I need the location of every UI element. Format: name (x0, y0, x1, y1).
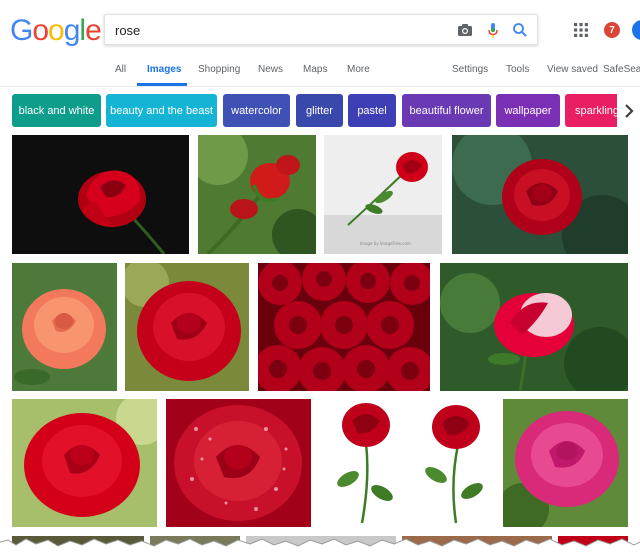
chip-black-and-white[interactable]: black and white (12, 94, 101, 127)
chip-label: sparkling (575, 104, 620, 117)
chip-label: watercolor (231, 104, 282, 117)
image-result[interactable] (166, 399, 311, 527)
chip-beauty-and-the-beast[interactable]: beauty and the beast (106, 94, 217, 127)
logo-letter: G (10, 14, 33, 47)
tab-maps[interactable]: Maps (303, 64, 327, 75)
search-tabs-bar: All Images Shopping News Maps More Setti… (0, 56, 640, 87)
chip-label: glitter (306, 104, 333, 117)
notifications-badge[interactable]: 7 (604, 22, 620, 38)
active-tab-indicator (137, 83, 187, 86)
image-result[interactable] (12, 399, 157, 527)
image-result[interactable] (12, 135, 189, 254)
image-result[interactable] (198, 135, 316, 254)
torn-edge (0, 536, 640, 554)
camera-icon[interactable] (455, 20, 475, 40)
chip-label: pastel (357, 104, 387, 117)
tab-shopping[interactable]: Shopping (198, 64, 240, 75)
apps-grid-icon[interactable] (574, 23, 588, 42)
chip-sparkling[interactable]: sparkling (565, 94, 623, 127)
chip-beautiful-flower[interactable]: beautiful flower (402, 94, 491, 127)
image-result[interactable] (452, 135, 628, 254)
account-avatar[interactable] (632, 20, 640, 40)
image-result[interactable] (320, 399, 494, 527)
image-result[interactable]: Image by ImageFree.com (324, 135, 442, 254)
chip-pastel[interactable]: pastel (348, 94, 396, 127)
tab-all[interactable]: All (115, 64, 126, 75)
tab-tools[interactable]: Tools (506, 64, 529, 75)
image-result[interactable] (440, 263, 628, 391)
chips-next-arrow-icon[interactable] (617, 94, 640, 127)
chip-glitter[interactable]: glitter (296, 94, 343, 127)
google-logo[interactable]: Google (10, 14, 102, 48)
search-box (104, 14, 538, 45)
chip-label: beauty and the beast (110, 104, 213, 117)
image-result[interactable] (503, 399, 628, 527)
tab-view-saved[interactable]: View saved (547, 64, 598, 75)
image-result[interactable] (125, 263, 249, 391)
tab-safesearch[interactable]: SafeSearch (603, 64, 640, 75)
notification-count: 7 (609, 24, 615, 36)
logo-letter: o (48, 14, 65, 47)
tab-images[interactable]: Images (147, 64, 181, 75)
chip-watercolor[interactable]: watercolor (223, 94, 290, 127)
chip-wallpaper[interactable]: wallpaper (496, 94, 560, 127)
microphone-icon[interactable] (483, 20, 503, 40)
chip-label: beautiful flower (409, 104, 484, 117)
tab-more[interactable]: More (347, 64, 370, 75)
logo-letter: g (63, 14, 81, 47)
chip-label: wallpaper (504, 104, 552, 117)
logo-letter: o (32, 14, 49, 47)
chip-label: black and white (18, 104, 95, 117)
tab-settings[interactable]: Settings (452, 64, 488, 75)
image-result[interactable] (12, 263, 117, 391)
tab-news[interactable]: News (258, 64, 283, 75)
search-icon[interactable] (510, 20, 530, 40)
image-watermark: Image by ImageFree.com (360, 241, 411, 246)
search-input[interactable] (115, 20, 435, 40)
logo-letter: e (85, 14, 102, 47)
image-result[interactable] (258, 263, 430, 391)
